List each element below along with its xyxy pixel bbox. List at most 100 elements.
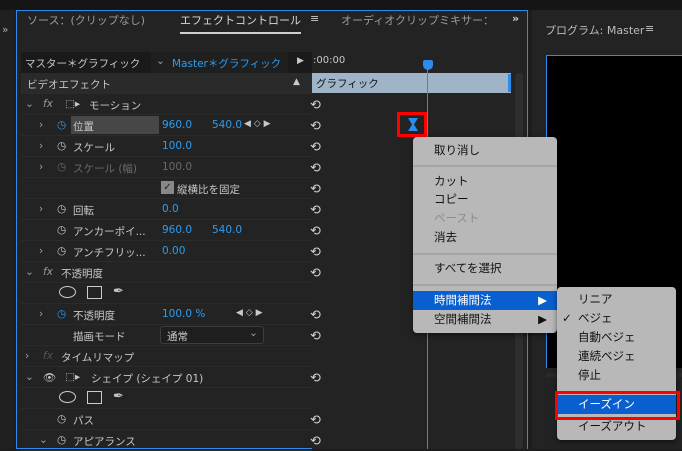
panel-menu-icon[interactable]: ≡ <box>645 22 654 35</box>
reset-icon[interactable]: ⟲ <box>310 119 321 134</box>
submenu-item-continuous-bezier[interactable]: 連続ベジェ <box>557 347 676 366</box>
video-effects-label: ビデオエフェクト <box>27 79 111 91</box>
checkbox-checked[interactable]: ✓ <box>161 181 174 194</box>
clip-bar[interactable]: グラフィック <box>312 73 511 93</box>
scale-value[interactable]: 100.0 <box>162 140 192 152</box>
anchor-x[interactable]: 960.0 <box>162 224 192 236</box>
play-arrow-icon[interactable]: ▶ <box>297 56 304 66</box>
menu-separator <box>413 284 557 286</box>
panel-overflow-icon[interactable]: » <box>512 12 519 25</box>
reset-icon[interactable]: ⟲ <box>310 140 321 155</box>
tab-effect-controls[interactable]: エフェクトコントロール <box>180 12 301 34</box>
reset-icon[interactable]: ⟲ <box>310 182 321 197</box>
reset-icon[interactable]: ⟲ <box>310 224 321 239</box>
menu-item-cut[interactable]: カット <box>413 172 557 191</box>
panel-menu-icon[interactable]: ≡ <box>310 12 319 25</box>
fx-icon[interactable]: fx <box>43 266 53 278</box>
motion-label: モーション <box>89 100 142 112</box>
keyframe-nav-icons[interactable]: ◀ ◇ ▶ <box>244 119 271 129</box>
clip-name: Master＊グラフィック <box>172 58 282 70</box>
keyframe-icon[interactable] <box>408 118 418 131</box>
rotation-row[interactable]: › ◷ 回転 0.0 ⟲ <box>21 199 321 220</box>
reset-icon[interactable]: ⟲ <box>310 308 321 323</box>
eye-icon[interactable]: 👁 <box>43 371 56 384</box>
clip-dropdown[interactable]: ⌄ Master＊グラフィック <box>151 52 288 73</box>
reset-icon[interactable]: ⟲ <box>310 98 321 113</box>
menu-item-clear[interactable]: 消去 <box>413 228 557 247</box>
pen-icon[interactable]: ✒ <box>113 389 124 404</box>
menu-item-undo[interactable]: 取り消し <box>413 141 557 160</box>
submenu-arrow-icon: ▶ <box>538 312 547 326</box>
collapse-up-icon[interactable]: ▲ <box>293 77 300 87</box>
menu-item-label: 時間補間法 <box>434 293 492 307</box>
stopwatch-icon[interactable]: ◷ <box>57 308 66 320</box>
anchor-y[interactable]: 540.0 <box>212 224 242 236</box>
menu-item-copy[interactable]: コピー <box>413 190 557 209</box>
stopwatch-icon[interactable]: ◷ <box>57 434 66 446</box>
ellipse-mask-icon[interactable] <box>59 286 76 298</box>
antiflicker-value[interactable]: 0.00 <box>162 245 185 257</box>
submenu-item-hold[interactable]: 停止 <box>557 366 676 385</box>
video-effects-header: ビデオエフェクト ▲ <box>21 73 312 94</box>
ease-in-highlight <box>555 391 680 420</box>
transform-icon: ⬚▸ <box>65 98 81 110</box>
menu-item-temporal-interpolation[interactable]: 時間補間法 ▶ <box>413 291 557 310</box>
shape-label: シェイプ (シェイプ 01) <box>91 373 204 385</box>
fx-icon: fx <box>43 350 53 362</box>
opacity-label: 不透明度 <box>73 310 115 322</box>
shape-row[interactable]: ⌄ 👁 ⬚▸ シェイプ (シェイプ 01) ⟲ <box>21 367 321 388</box>
reset-icon[interactable]: ⟲ <box>310 413 321 428</box>
time-remap-row[interactable]: › fx タイムリマップ <box>21 346 312 367</box>
tab-source[interactable]: ソース：(クリップなし) <box>27 12 145 28</box>
reset-icon[interactable]: ⟲ <box>310 266 321 281</box>
stopwatch-icon[interactable]: ◷ <box>57 245 66 257</box>
reset-icon[interactable]: ⟲ <box>310 161 321 176</box>
stopwatch-icon[interactable]: ◷ <box>57 203 66 215</box>
submenu-item-bezier[interactable]: ✓ ベジェ <box>557 309 676 328</box>
pen-icon[interactable]: ✒ <box>113 284 124 299</box>
stopwatch-icon[interactable]: ◷ <box>57 119 66 131</box>
ellipse-mask-icon[interactable] <box>59 391 76 403</box>
antiflicker-row[interactable]: › ◷ アンチフリッ... 0.00 ⟲ <box>21 241 321 262</box>
tab-audio-clip-mixer[interactable]: オーディオクリップミキサー： <box>341 12 494 28</box>
submenu-item-auto-bezier[interactable]: 自動ベジェ <box>557 328 676 347</box>
anchor-row[interactable]: ◷ アンカーポイ... 960.0 540.0 ⟲ <box>21 220 321 241</box>
stopwatch-icon[interactable]: ◷ <box>57 224 66 236</box>
rectangle-mask-icon[interactable] <box>87 391 102 404</box>
menu-item-select-all[interactable]: すべてを選択 <box>413 259 557 278</box>
keyframe-nav-icons[interactable]: ◀ ◇ ▶ <box>236 308 263 318</box>
reset-icon[interactable]: ⟲ <box>310 434 321 449</box>
overflow-icon[interactable]: » <box>2 24 8 36</box>
left-panel-strip: » <box>0 10 15 449</box>
path-row[interactable]: ◷ パス ⟲ <box>21 409 321 430</box>
rectangle-mask-icon[interactable] <box>87 286 102 299</box>
opacity-group-row[interactable]: ⌄ fx 不透明度 ⟲ <box>21 262 321 283</box>
fx-icon[interactable]: fx <box>43 98 53 110</box>
shape-mask-tools-row: ✒ <box>21 388 312 409</box>
position-row[interactable]: › ◷ 位置 960.0 540.0 ◀ ◇ ▶ ⟲ <box>21 115 321 136</box>
uniform-scale-label: 縦横比を固定 <box>177 184 240 196</box>
submenu-item-linear[interactable]: リニア <box>557 290 676 309</box>
reset-icon[interactable]: ⟲ <box>310 329 321 344</box>
scale-row[interactable]: › ◷ スケール 100.0 ⟲ <box>21 136 321 157</box>
opacity-value[interactable]: 100.0 % <box>162 308 205 320</box>
playhead-marker[interactable] <box>423 60 433 70</box>
reset-icon[interactable]: ⟲ <box>310 203 321 218</box>
stopwatch-icon[interactable]: ◷ <box>57 140 66 152</box>
rotation-value[interactable]: 0.0 <box>162 203 179 215</box>
menu-item-spatial-interpolation[interactable]: 空間補間法 ▶ <box>413 310 557 329</box>
tab-program[interactable]: プログラム: Master <box>545 22 644 38</box>
reset-icon[interactable]: ⟲ <box>310 245 321 260</box>
clip-end-handle[interactable] <box>508 74 511 92</box>
position-x[interactable]: 960.0 <box>162 119 192 131</box>
reset-icon[interactable]: ⟲ <box>310 371 321 386</box>
appearance-row[interactable]: ⌄ ◷ アピアランス ⟲ <box>21 430 321 451</box>
menu-item-paste: ペースト <box>434 211 480 225</box>
uniform-scale-row: ✓ 縦横比を固定 ⟲ <box>21 178 321 199</box>
appearance-label: アピアランス <box>73 436 136 448</box>
stopwatch-icon[interactable]: ◷ <box>57 413 66 425</box>
motion-row[interactable]: ⌄ fx ⬚▸ モーション ⟲ <box>21 94 321 115</box>
position-y[interactable]: 540.0 <box>212 119 242 131</box>
blend-mode-select[interactable]: 通常 ⌄ <box>160 326 264 344</box>
opacity-row[interactable]: › ◷ 不透明度 100.0 % ◀ ◇ ▶ ⟲ <box>21 304 321 325</box>
